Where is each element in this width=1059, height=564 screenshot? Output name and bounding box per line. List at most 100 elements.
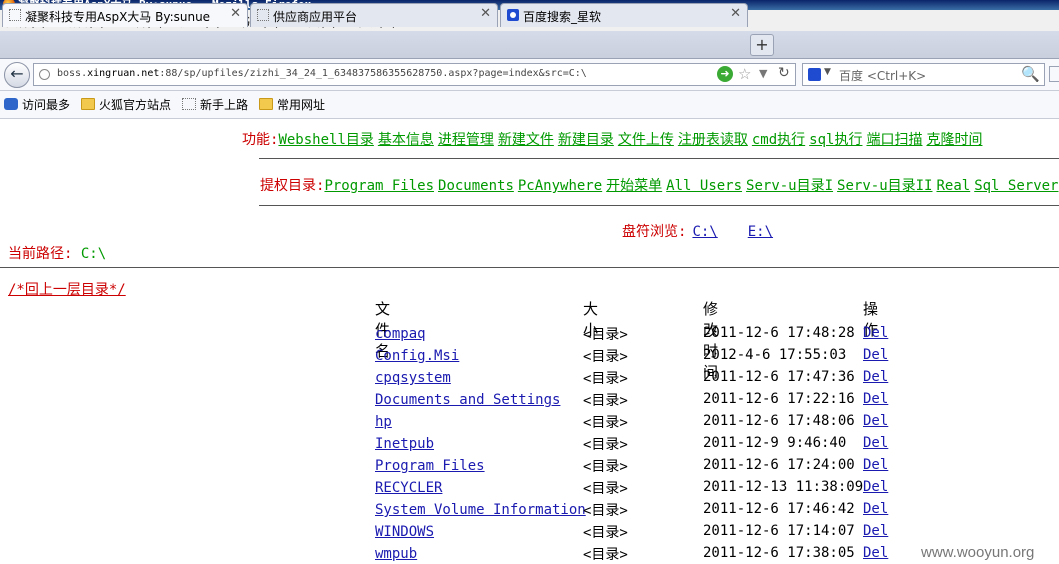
privilege-dirs-menu: 提权目录:Program Files Documents PcAnywhere 开始菜… xyxy=(260,175,1059,195)
link-pcanywhere[interactable]: PcAnywhere xyxy=(518,178,602,194)
delete-link[interactable]: Del xyxy=(863,523,888,539)
delete-link[interactable]: Del xyxy=(863,325,888,341)
file-name-link[interactable]: Config.Msi xyxy=(375,348,459,364)
link-new-file[interactable]: 新建文件 xyxy=(498,132,554,148)
file-size: <目录> xyxy=(583,503,628,519)
function-menu: 功能:Webshell目录 基本信息 进程管理 新建文件 新建目录 文件上传 注册表读取 cm… xyxy=(242,129,986,149)
link-port-scan[interactable]: 端口扫描 xyxy=(866,132,922,148)
toolbar-overflow[interactable] xyxy=(1049,66,1059,82)
file-name-link[interactable]: cpqsystem xyxy=(375,370,451,386)
file-name-link[interactable]: hp xyxy=(375,414,392,430)
delete-link[interactable]: Del xyxy=(863,479,888,495)
file-name-link[interactable]: Documents and Settings xyxy=(375,392,560,408)
current-path: 当前路径: C:\ xyxy=(8,243,106,263)
tab-supplier-platform[interactable]: 供应商应用平台 ✕ xyxy=(250,3,498,27)
bookmark-firefox-site[interactable]: 火狐官方站点 xyxy=(81,96,171,113)
drive-c-link[interactable]: C:\ xyxy=(692,224,717,240)
file-mtime: 2011-12-6 17:48:28 xyxy=(703,325,855,341)
blank-page-icon xyxy=(182,98,196,110)
link-sql-server[interactable]: Sql Server xyxy=(974,178,1058,194)
history-dropdown-icon[interactable]: ▼ xyxy=(759,67,767,80)
current-path-value: C:\ xyxy=(80,246,107,262)
file-mtime: 2011-12-6 17:14:07 xyxy=(703,523,855,539)
bookmark-star-icon[interactable]: ☆ xyxy=(738,65,751,83)
reload-icon[interactable]: ↻ xyxy=(778,65,790,81)
file-size: <目录> xyxy=(583,349,628,365)
file-size: <目录> xyxy=(583,547,628,563)
delete-link[interactable]: Del xyxy=(863,413,888,429)
blank-page-icon xyxy=(9,9,21,21)
delete-link[interactable]: Del xyxy=(863,457,888,473)
delete-link[interactable]: Del xyxy=(863,545,888,561)
bookmark-common-sites[interactable]: 常用网址 xyxy=(259,96,325,113)
file-mtime: 2011-12-9 9:46:40 xyxy=(703,435,847,451)
bookmark-getting-started[interactable]: 新手上路 xyxy=(182,96,248,113)
file-name-link[interactable]: compaq xyxy=(375,326,426,342)
link-real[interactable]: Real xyxy=(936,178,970,194)
file-name-link[interactable]: RECYCLER xyxy=(375,480,442,496)
tab-label: 凝聚科技专用AspX大马 By:sunue xyxy=(25,10,211,24)
baidu-paw-icon[interactable] xyxy=(808,68,821,81)
delete-link[interactable]: Del xyxy=(863,369,888,385)
file-mtime: 2011-12-6 17:38:05 xyxy=(703,545,855,561)
link-sql-exec[interactable]: sql执行 xyxy=(809,132,862,148)
delete-link[interactable]: Del xyxy=(863,391,888,407)
url-bar[interactable]: boss.xingruan.net:88/sp/upfiles/zizhi_34… xyxy=(33,63,796,86)
navigation-bar: ← boss.xingruan.net:88/sp/upfiles/zizhi_… xyxy=(0,59,1059,91)
file-name-link[interactable]: System Volume Information xyxy=(375,502,586,518)
parent-directory-link[interactable]: /*回上一层目录*/ xyxy=(8,279,126,299)
close-icon[interactable]: ✕ xyxy=(230,6,241,21)
go-arrow-icon[interactable]: ➜ xyxy=(717,66,733,82)
bookmark-most-visited[interactable]: 访问最多 xyxy=(4,96,70,113)
tab-baidu-search[interactable]: 百度搜索_星软 ✕ xyxy=(500,3,748,27)
link-clone-time[interactable]: 克隆时间 xyxy=(926,132,982,148)
link-file-upload[interactable]: 文件上传 xyxy=(618,132,674,148)
file-size: <目录> xyxy=(583,437,628,453)
delete-link[interactable]: Del xyxy=(863,501,888,517)
close-icon[interactable]: ✕ xyxy=(480,6,491,21)
file-name-link[interactable]: wmpub xyxy=(375,546,417,562)
file-mtime: 2011-12-6 17:24:00 xyxy=(703,457,855,473)
globe-icon xyxy=(39,69,50,80)
link-process-manager[interactable]: 进程管理 xyxy=(438,132,494,148)
file-size: <目录> xyxy=(583,371,628,387)
delete-link[interactable]: Del xyxy=(863,435,888,451)
search-bar[interactable]: ▼ 百度 <Ctrl+K> 🔍 xyxy=(802,63,1045,86)
current-path-label: 当前路径: xyxy=(8,246,73,262)
file-size: <目录> xyxy=(583,459,628,475)
url-text[interactable]: boss.xingruan.net:88/sp/upfiles/zizhi_34… xyxy=(57,68,587,79)
link-webshell-dir[interactable]: Webshell目录 xyxy=(278,132,373,148)
close-icon[interactable]: ✕ xyxy=(730,6,741,21)
link-registry-read[interactable]: 注册表读取 xyxy=(678,132,748,148)
link-basic-info[interactable]: 基本信息 xyxy=(378,132,434,148)
file-name-link[interactable]: Inetpub xyxy=(375,436,434,452)
file-name-link[interactable]: Program Files xyxy=(375,458,485,474)
link-documents[interactable]: Documents xyxy=(438,178,514,194)
engine-dropdown-icon[interactable]: ▼ xyxy=(824,67,831,77)
divider xyxy=(259,158,1059,159)
file-mtime: 2011-12-6 17:46:42 xyxy=(703,501,855,517)
search-input[interactable]: 百度 <Ctrl+K> xyxy=(839,67,926,84)
delete-link[interactable]: Del xyxy=(863,347,888,363)
divider xyxy=(0,267,1059,268)
back-button[interactable]: ← xyxy=(4,62,30,88)
link-new-dir[interactable]: 新建目录 xyxy=(558,132,614,148)
link-program-files[interactable]: Program Files xyxy=(324,178,434,194)
file-mtime: 2011-12-6 17:48:06 xyxy=(703,413,855,429)
file-name-link[interactable]: WINDOWS xyxy=(375,524,434,540)
drive-e-link[interactable]: E:\ xyxy=(748,224,773,240)
link-servu-dir-1[interactable]: Serv-u目录I xyxy=(746,178,833,194)
drive-browser: 盘符浏览: C:\ E:\ xyxy=(622,221,797,241)
tab-webshell[interactable]: 凝聚科技专用AspX大马 By:sunue ✕ xyxy=(2,3,248,27)
new-tab-button[interactable]: + xyxy=(750,34,774,56)
tab-label: 供应商应用平台 xyxy=(273,10,358,24)
file-mtime: 2011-12-6 17:47:36 xyxy=(703,369,855,385)
link-cmd-exec[interactable]: cmd执行 xyxy=(752,132,805,148)
page-content: 功能:Webshell目录 基本信息 进程管理 新建文件 新建目录 文件上传 注册表读取 cm… xyxy=(0,119,1059,563)
watermark: www.wooyun.org xyxy=(921,544,1035,561)
link-all-users[interactable]: All Users xyxy=(666,178,742,194)
smart-bookmark-icon xyxy=(4,98,18,110)
link-servu-dir-2[interactable]: Serv-u目录II xyxy=(837,178,932,194)
search-magnifier-icon[interactable]: 🔍 xyxy=(1021,65,1040,83)
link-start-menu[interactable]: 开始菜单 xyxy=(606,178,662,194)
